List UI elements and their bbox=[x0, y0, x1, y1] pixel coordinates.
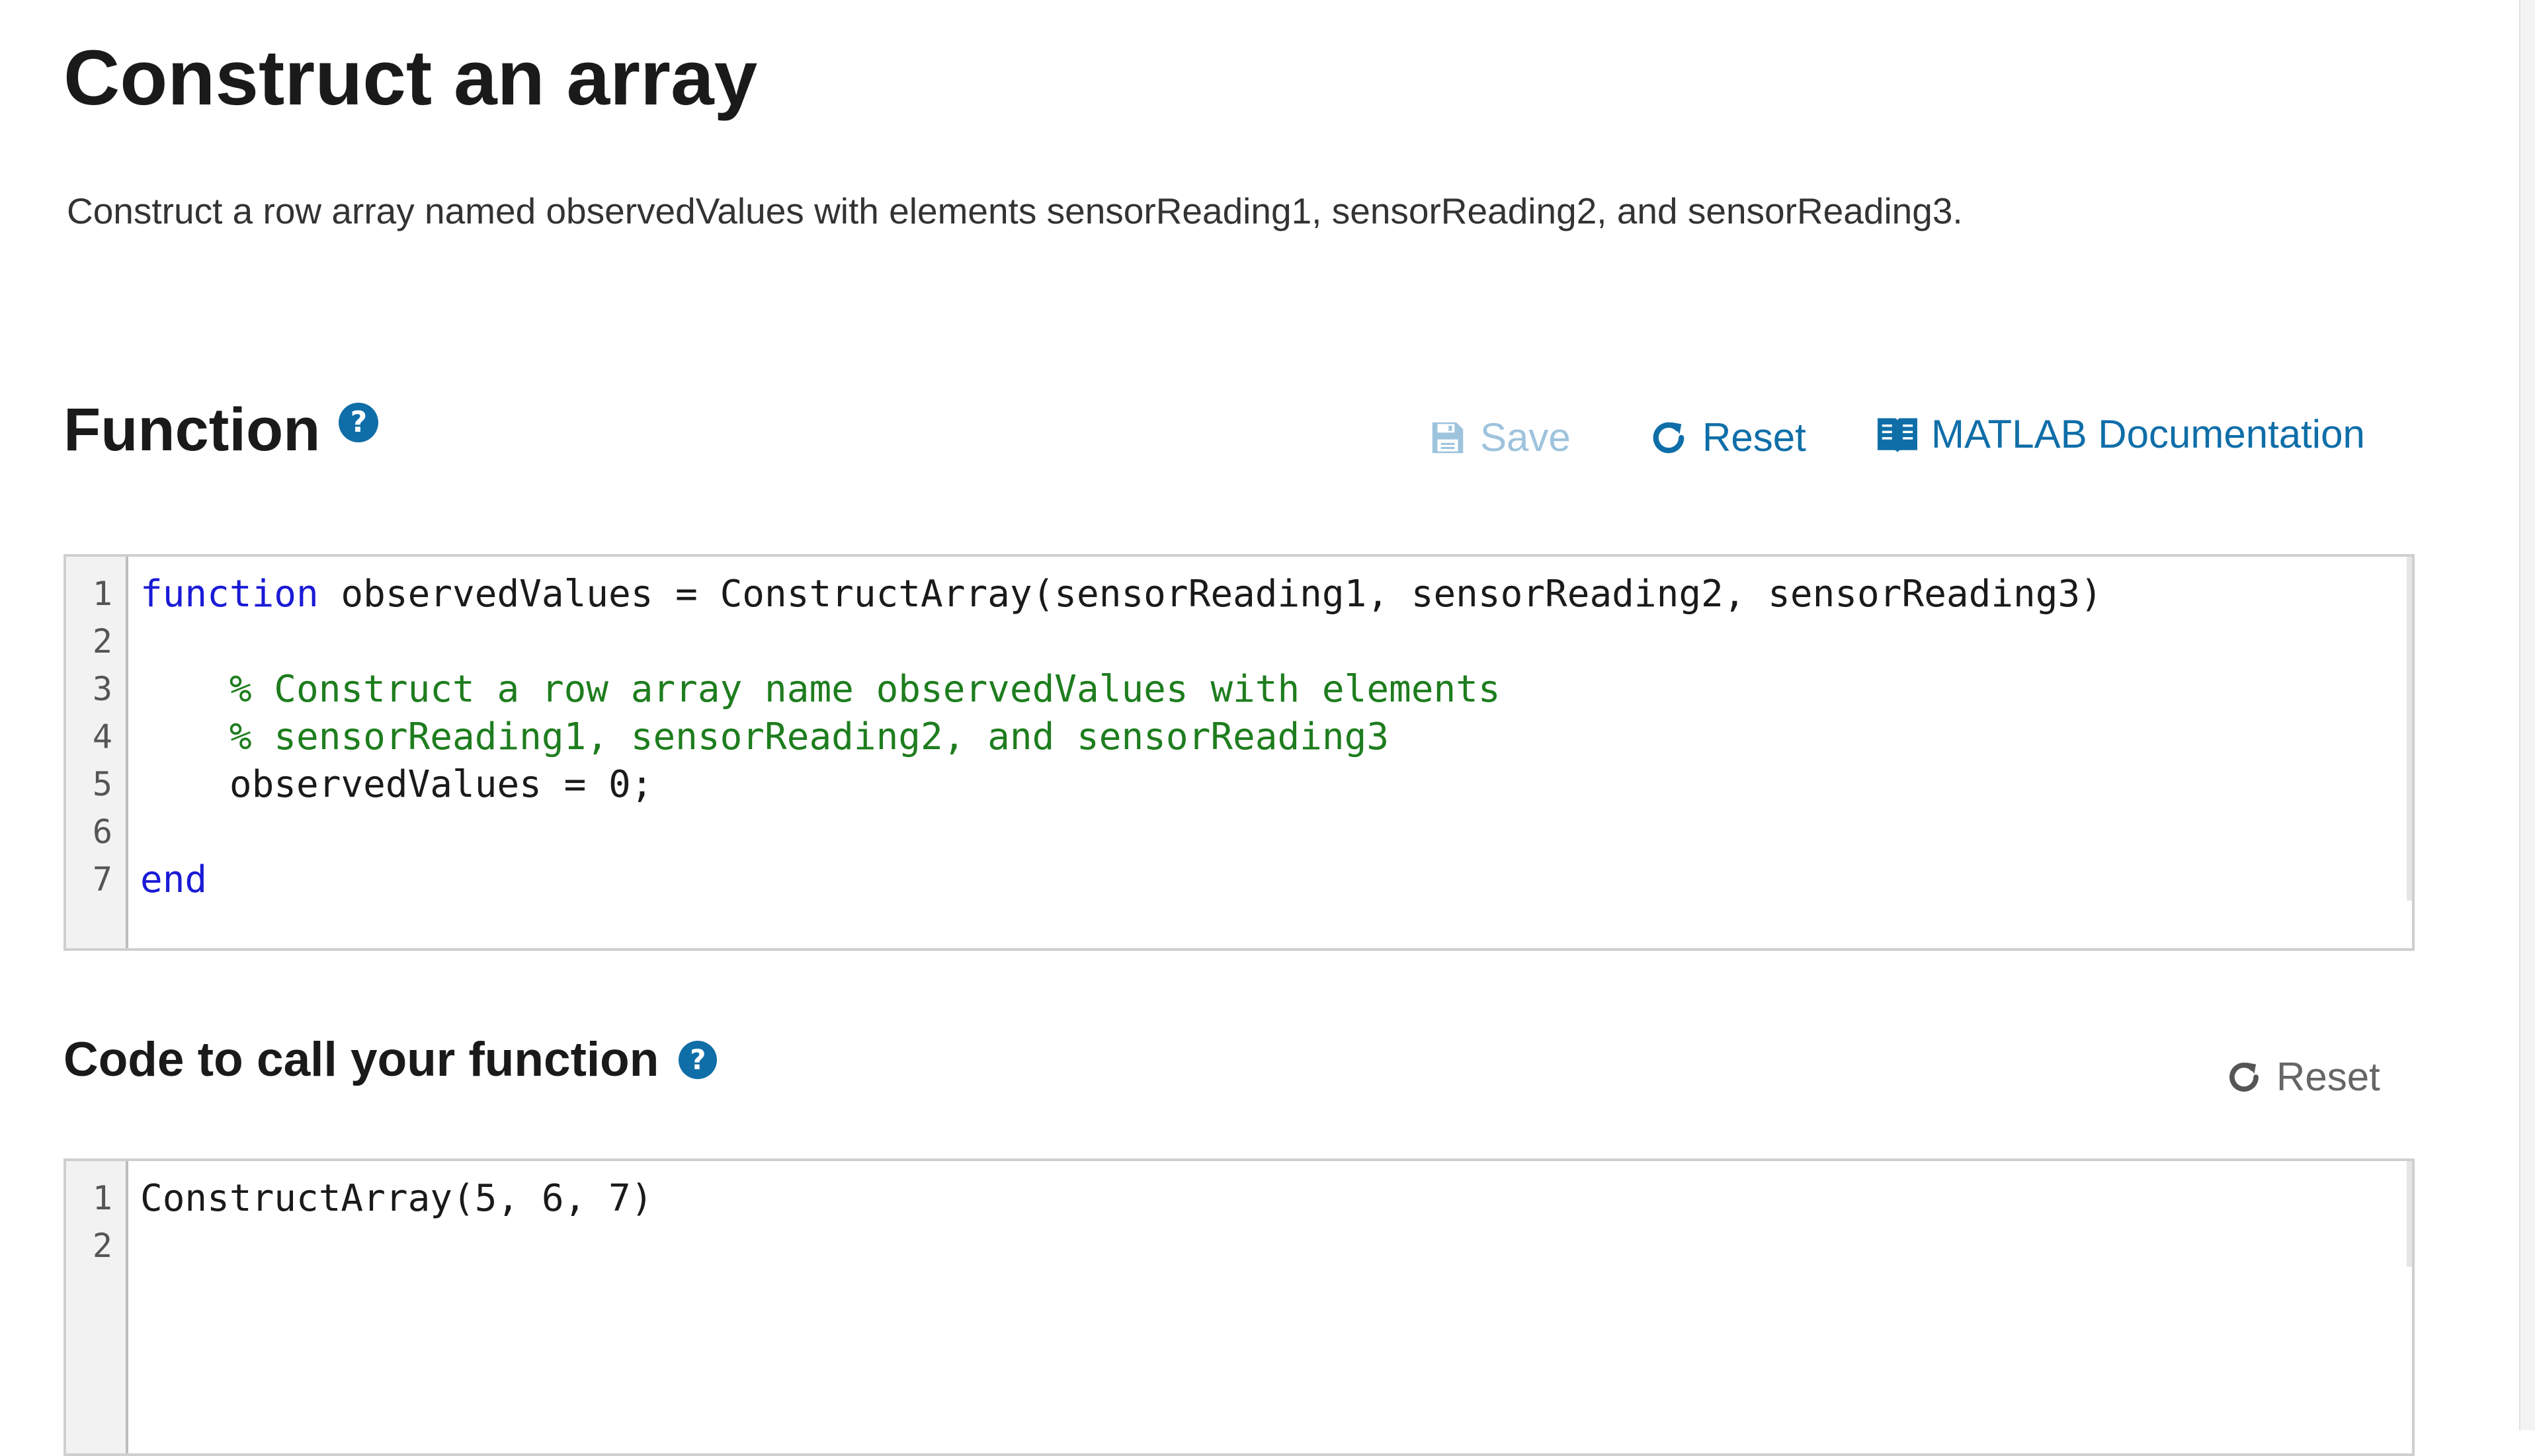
code-keyword[interactable]: end bbox=[140, 858, 207, 901]
code-line[interactable]: 1 ConstructArray(5, 6, 7) bbox=[66, 1174, 653, 1222]
code-text[interactable]: % Construct a row array name observedVal… bbox=[140, 668, 1501, 711]
matlab-documentation-link[interactable]: MATLAB Documentation bbox=[1876, 408, 2365, 461]
code-text[interactable]: ConstructArray(5, 6, 7) bbox=[140, 1177, 653, 1220]
page-title: Construct an array bbox=[63, 34, 758, 122]
caller-section-title: Code to call your function ? bbox=[63, 1024, 718, 1096]
line-number: 4 bbox=[92, 717, 112, 756]
line-number: 5 bbox=[92, 765, 112, 803]
line-number: 2 bbox=[92, 622, 112, 661]
book-icon bbox=[1878, 418, 1917, 453]
editor-scrollbar[interactable] bbox=[2407, 1161, 2412, 1267]
function-code-editor[interactable]: 1 function observedValues = ConstructArr… bbox=[63, 554, 2415, 951]
question-circle-icon[interactable]: ? bbox=[679, 1041, 718, 1079]
code-line[interactable]: 2 bbox=[66, 618, 140, 665]
reset-label: Reset bbox=[1702, 415, 1806, 460]
code-line[interactable]: 5 observedValues = 0; bbox=[66, 760, 653, 808]
line-number: 2 bbox=[92, 1227, 112, 1265]
code-line[interactable]: 3 % Construct a row array name observedV… bbox=[66, 665, 1501, 713]
save-label: Save bbox=[1480, 415, 1571, 460]
code-line[interactable]: 7 end bbox=[66, 856, 207, 903]
refresh-icon bbox=[1653, 422, 1684, 454]
caller-code-editor[interactable]: 1 ConstructArray(5, 6, 7) 2 bbox=[63, 1158, 2415, 1456]
caller-section-label: Code to call your function bbox=[63, 1033, 659, 1086]
floppy-disk-icon bbox=[1432, 422, 1464, 454]
editor-scrollbar[interactable] bbox=[2407, 557, 2412, 901]
code-line[interactable]: 4 % sensorReading1, sensorReading2, and … bbox=[66, 713, 1389, 760]
code-content: observedValues = ConstructArray(sensorRe… bbox=[318, 572, 2102, 616]
code-line[interactable]: 1 function observedValues = ConstructArr… bbox=[66, 570, 2102, 618]
line-number: 6 bbox=[92, 813, 112, 851]
code-line[interactable]: 6 bbox=[66, 808, 140, 856]
code-comment: % Construct a row array name observedVal… bbox=[229, 667, 1501, 711]
code-comment: % sensorReading1, sensorReading2, and se… bbox=[229, 715, 1390, 758]
page-scrollbar[interactable] bbox=[2519, 0, 2535, 1430]
caller-reset-button[interactable]: Reset bbox=[2223, 1051, 2380, 1104]
refresh-icon bbox=[2229, 1063, 2259, 1092]
code-line[interactable]: 2 bbox=[66, 1222, 140, 1270]
reset-button[interactable]: Reset bbox=[1647, 411, 1806, 464]
line-number: 3 bbox=[92, 670, 112, 708]
docs-label: MATLAB Documentation bbox=[1931, 412, 2365, 456]
reset-label: Reset bbox=[2276, 1055, 2380, 1099]
code-text[interactable]: observedValues = 0; bbox=[140, 763, 653, 806]
question-circle-icon[interactable]: ? bbox=[339, 403, 379, 442]
function-section-label: Function bbox=[63, 396, 321, 464]
function-section-title: Function ? bbox=[63, 390, 379, 469]
problem-description: Construct a row array named observedValu… bbox=[67, 190, 1963, 231]
code-text[interactable]: % sensorReading1, sensorReading2, and se… bbox=[140, 715, 1389, 758]
code-text[interactable]: function observedValues = ConstructArray… bbox=[140, 573, 2102, 616]
line-number: 1 bbox=[92, 1179, 112, 1217]
line-number: 1 bbox=[92, 575, 112, 613]
code-keyword: function bbox=[140, 572, 319, 616]
save-button[interactable]: Save bbox=[1427, 411, 1571, 464]
line-number: 7 bbox=[92, 860, 112, 899]
